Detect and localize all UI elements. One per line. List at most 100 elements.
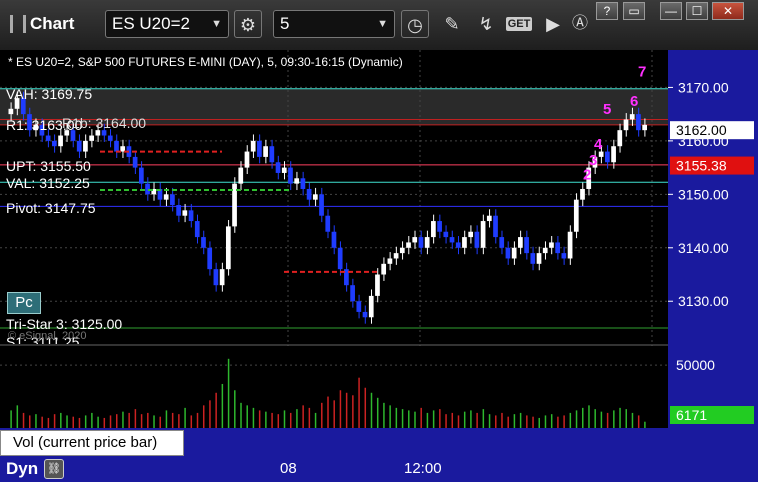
candle-body	[114, 140, 119, 152]
candle-body	[474, 231, 480, 248]
candle-body	[443, 231, 449, 238]
candle-body	[505, 247, 511, 259]
candle-body	[362, 311, 368, 318]
candle-body	[201, 237, 206, 248]
candle-body	[188, 210, 194, 222]
candle-body	[8, 108, 14, 115]
candle-body	[412, 237, 418, 243]
candle-body	[437, 221, 442, 232]
candle-body	[493, 215, 498, 238]
status-bar: Dyn ⛓	[0, 458, 758, 482]
candle-body	[530, 253, 536, 264]
candle-body	[182, 210, 188, 216]
candle-body	[306, 188, 312, 200]
candle-body	[573, 199, 579, 232]
lock-link-icon[interactable]: ⛓	[44, 459, 64, 479]
sequence-count-label: 4	[594, 136, 603, 153]
candle-body	[294, 178, 300, 184]
candle-body	[331, 231, 337, 248]
volume-study-label[interactable]: Vol (current price bar)	[0, 430, 184, 456]
candle-body	[511, 247, 517, 259]
level-label: UPT: 3155.50	[6, 158, 91, 174]
candle-body	[225, 226, 231, 270]
candle-body	[468, 231, 474, 238]
candle-body	[431, 221, 436, 238]
price-tick-label: 3150.00	[678, 186, 729, 202]
candle-body	[337, 247, 343, 270]
candle-body	[455, 242, 461, 248]
candle-body	[350, 285, 355, 302]
candle-body	[312, 194, 318, 200]
candle-body	[580, 188, 585, 200]
candle-body	[536, 253, 542, 264]
volume-current-label: 6171	[676, 407, 707, 423]
candle-body	[275, 162, 281, 173]
candle-body	[636, 114, 641, 131]
candle-body	[555, 242, 561, 254]
candle-body	[629, 114, 635, 120]
candle-body	[623, 119, 629, 131]
upt-price-label: 3155.38	[676, 158, 727, 174]
candle-body	[524, 237, 529, 254]
price-chart[interactable]: 2345 673170.003160.003150.003140.003130.0…	[0, 0, 758, 482]
candle-body	[611, 146, 616, 163]
time-tick-08: 08	[280, 460, 297, 477]
candle-body	[219, 269, 225, 286]
price-tick-label: 3130.00	[678, 293, 729, 309]
candle-body	[406, 242, 411, 248]
candle-body	[170, 194, 175, 206]
candle-body	[617, 130, 623, 147]
sequence-count-label: 5	[603, 101, 611, 118]
pc-indicator-button[interactable]: Pc	[7, 292, 41, 314]
candle-body	[132, 156, 138, 168]
candle-body	[58, 135, 63, 147]
candle-body	[145, 183, 150, 195]
candle-body	[176, 205, 181, 216]
candle-body	[375, 274, 380, 296]
candle-body	[281, 167, 287, 173]
candle-body	[381, 263, 387, 275]
candle-body	[567, 231, 573, 259]
candle-body	[480, 221, 486, 248]
dynamic-mode-label[interactable]: Dyn	[6, 459, 38, 479]
candle-body	[288, 167, 293, 184]
candle-body	[45, 135, 51, 141]
candle-body	[393, 253, 399, 259]
candle-body	[449, 237, 455, 243]
close-icon[interactable]: ×	[170, 428, 178, 444]
candle-body	[605, 151, 610, 163]
level-label: VAL: 3152.25	[6, 175, 90, 191]
candle-body	[356, 301, 362, 312]
volume-legend-bar: Vol (current price bar) ×	[0, 428, 668, 458]
sequence-count-label: 6	[630, 93, 638, 110]
candle-body	[207, 247, 213, 270]
candle-body	[424, 237, 430, 248]
candle-body	[269, 146, 275, 163]
candle-body	[462, 237, 467, 248]
candle-body	[399, 247, 405, 254]
last-price-label: 3162.00	[676, 122, 727, 138]
candle-body	[250, 140, 256, 152]
price-tick-label: 3140.00	[678, 240, 729, 256]
chart-subtitle: * ES U20=2, S&P 500 FUTURES E-MINI (DAY)…	[8, 55, 403, 69]
candle-body	[518, 237, 523, 248]
sequence-count-label: 3	[589, 152, 597, 169]
candle-body	[138, 167, 144, 184]
candle-body	[89, 135, 94, 141]
candle-body	[213, 269, 219, 286]
candle-body	[257, 140, 262, 157]
candle-body	[387, 258, 393, 264]
candle-body	[76, 140, 82, 152]
candle-body	[163, 194, 169, 200]
candle-body	[561, 253, 567, 259]
sequence-count-label: 7	[638, 64, 646, 81]
candle-body	[83, 140, 88, 152]
chart-window: Chart ES U20=2 ▼ ⚙ 5 ▼ ◷ ✎ ↯ GET ▶ Ⓐ ? ▭…	[0, 0, 758, 482]
level-label: R1b: 3164.00	[62, 115, 147, 131]
candle-body	[642, 124, 647, 131]
candle-body	[499, 237, 505, 248]
candle-body	[325, 215, 331, 232]
candle-body	[238, 167, 244, 184]
candle-body	[244, 151, 250, 168]
candle-body	[486, 215, 492, 222]
